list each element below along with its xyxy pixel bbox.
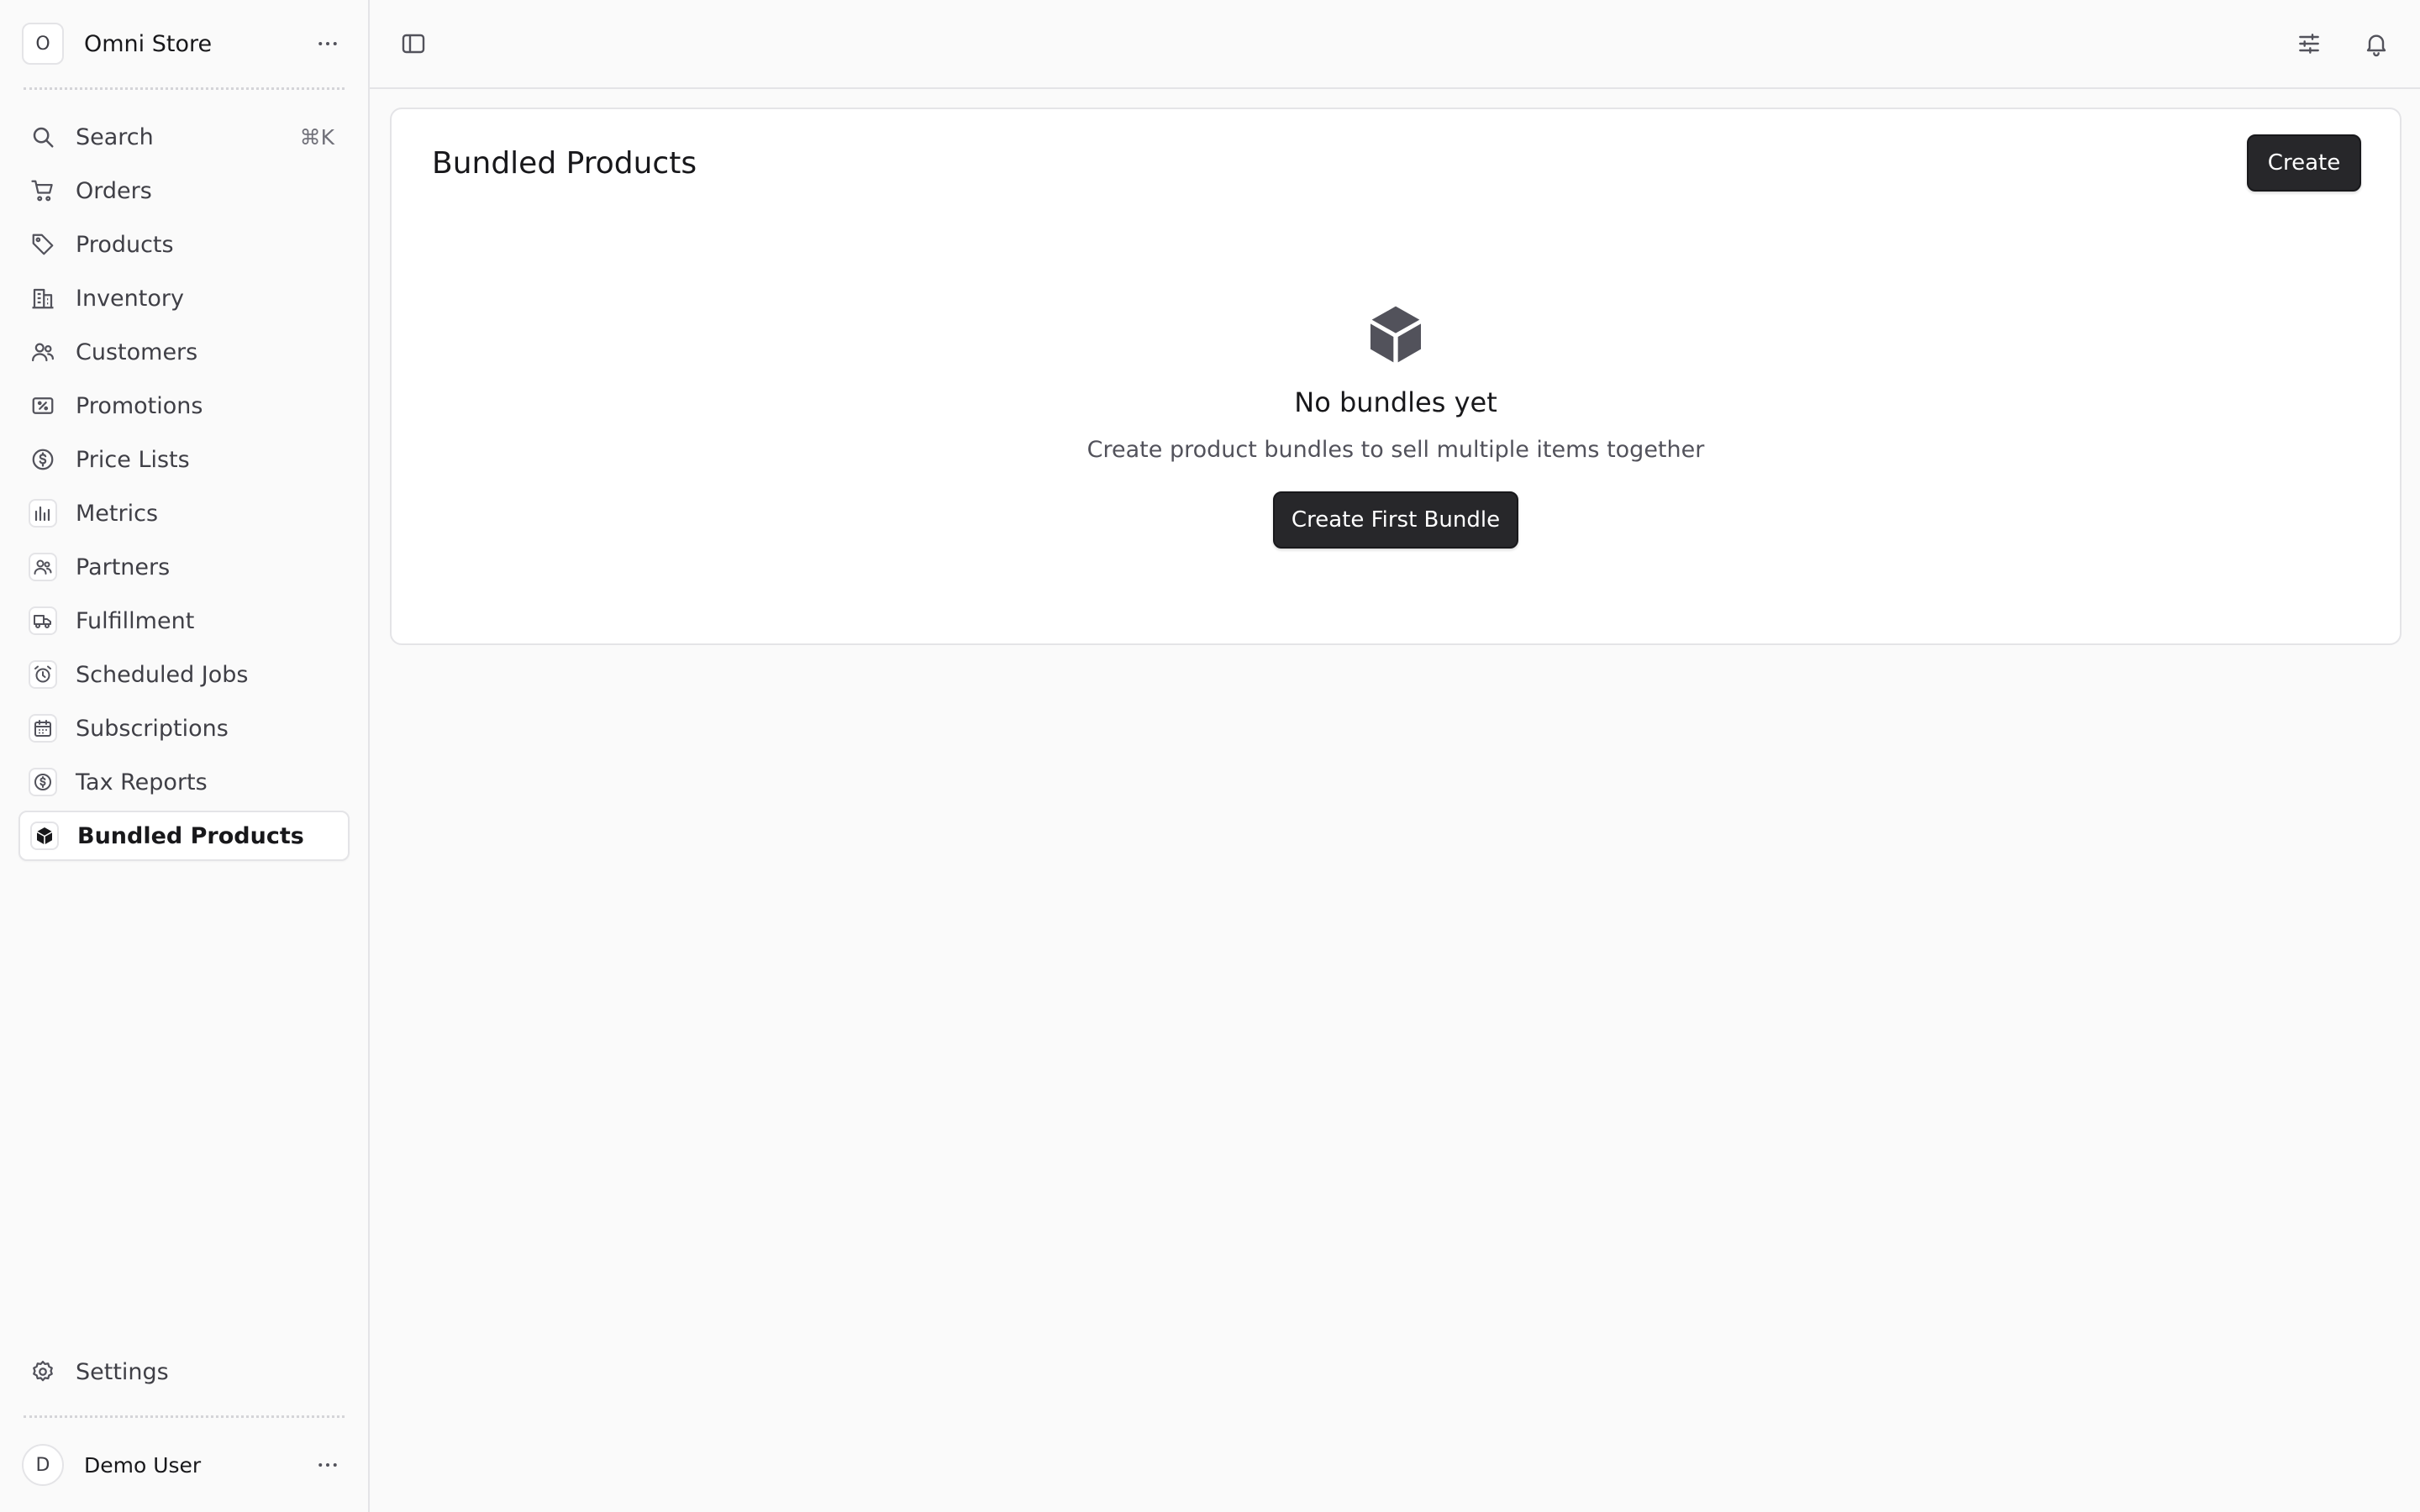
tag-icon — [29, 230, 57, 259]
cube-icon — [30, 822, 59, 850]
sidebar-item-label: Orders — [76, 177, 152, 204]
sidebar-item-label: Subscriptions — [76, 715, 229, 742]
adjustments-icon — [2299, 34, 2319, 54]
sidebar-item-products[interactable]: Products — [18, 219, 350, 270]
calendar-icon — [29, 714, 57, 743]
users-icon — [29, 553, 57, 581]
store-switcher[interactable]: O Omni Store — [0, 0, 368, 87]
sidebar: O Omni Store Search ⌘K Orders Products I… — [0, 0, 370, 1512]
sidebar-item-label: Scheduled Jobs — [76, 661, 249, 688]
user-avatar: D — [22, 1444, 64, 1486]
sidebar-item-inventory[interactable]: Inventory — [18, 273, 350, 323]
sidebar-item-bundled-products[interactable]: Bundled Products — [18, 811, 350, 861]
bell-icon — [2366, 34, 2386, 57]
currency-dollar-icon — [29, 768, 57, 796]
gear-icon — [29, 1357, 57, 1386]
sidebar-item-label: Bundled Products — [77, 822, 304, 849]
topbar — [370, 0, 2420, 89]
store-menu-button[interactable] — [309, 25, 346, 62]
settings-section: Settings — [0, 1347, 368, 1415]
sidebar-item-label: Tax Reports — [76, 769, 208, 795]
create-first-bundle-button[interactable]: Create First Bundle — [1273, 491, 1518, 549]
cart-icon — [29, 176, 57, 205]
sidebar-toggle-icon — [402, 34, 425, 54]
truck-icon — [29, 606, 57, 635]
sidebar-item-search[interactable]: Search ⌘K — [18, 112, 350, 162]
sidebar-item-label: Products — [76, 231, 174, 258]
bar-chart-icon — [29, 499, 57, 528]
sidebar-item-metrics[interactable]: Metrics — [18, 488, 350, 538]
sidebar-item-partners[interactable]: Partners — [18, 542, 350, 592]
bundled-products-card: Bundled Products Create No bundles yet C… — [390, 108, 2402, 645]
sidebar-item-label: Partners — [76, 554, 171, 580]
sidebar-footer: Settings D Demo User — [0, 1347, 368, 1512]
empty-state: No bundles yet Create product bundles to… — [392, 301, 2400, 549]
alarm-clock-icon — [29, 660, 57, 689]
more-horizontal-icon — [318, 1463, 337, 1467]
sidebar-item-label: Metrics — [76, 500, 159, 527]
sidebar-item-scheduled-jobs[interactable]: Scheduled Jobs — [18, 649, 350, 700]
sidebar-item-label: Inventory — [76, 285, 184, 312]
empty-state-title: No bundles yet — [1294, 386, 1497, 418]
sidebar-item-promotions[interactable]: Promotions — [18, 381, 350, 431]
sidebar-item-label: Search — [76, 123, 154, 150]
building-icon — [29, 284, 57, 312]
adjustments-button[interactable] — [2291, 25, 2328, 62]
sidebar-item-label: Fulfillment — [76, 607, 195, 634]
main-content: Bundled Products Create No bundles yet C… — [370, 0, 2420, 1512]
sidebar-item-fulfillment[interactable]: Fulfillment — [18, 596, 350, 646]
user-menu-button[interactable] — [309, 1446, 346, 1483]
search-icon — [29, 123, 57, 151]
sidebar-item-tax-reports[interactable]: Tax Reports — [18, 757, 350, 807]
sidebar-toggle-button[interactable] — [395, 25, 432, 62]
user-menu[interactable]: D Demo User — [0, 1418, 368, 1512]
empty-state-description: Create product bundles to sell multiple … — [1086, 437, 1705, 463]
user-name: Demo User — [84, 1452, 202, 1478]
receipt-percent-icon — [29, 391, 57, 420]
sidebar-item-label: Settings — [76, 1358, 169, 1385]
notifications-button[interactable] — [2358, 25, 2395, 62]
sidebar-item-customers[interactable]: Customers — [18, 327, 350, 377]
sidebar-item-price-lists[interactable]: Price Lists — [18, 434, 350, 485]
cube-icon — [1370, 306, 1421, 363]
sidebar-item-label: Price Lists — [76, 446, 190, 473]
store-avatar: O — [22, 23, 64, 65]
sidebar-item-orders[interactable]: Orders — [18, 165, 350, 216]
app-root: O Omni Store Search ⌘K Orders Products I… — [0, 0, 2420, 1512]
create-button[interactable]: Create — [2247, 134, 2361, 192]
sidebar-item-label: Promotions — [76, 392, 203, 419]
sidebar-item-subscriptions[interactable]: Subscriptions — [18, 703, 350, 753]
currency-dollar-icon — [29, 445, 57, 474]
users-icon — [29, 338, 57, 366]
sidebar-item-settings[interactable]: Settings — [18, 1347, 350, 1397]
page-title: Bundled Products — [432, 146, 697, 181]
more-horizontal-icon — [318, 42, 337, 45]
search-shortcut: ⌘K — [299, 124, 334, 150]
sidebar-nav: Search ⌘K Orders Products Inventory Cust… — [0, 90, 368, 864]
sidebar-item-label: Customers — [76, 339, 198, 365]
store-name: Omni Store — [84, 30, 213, 57]
